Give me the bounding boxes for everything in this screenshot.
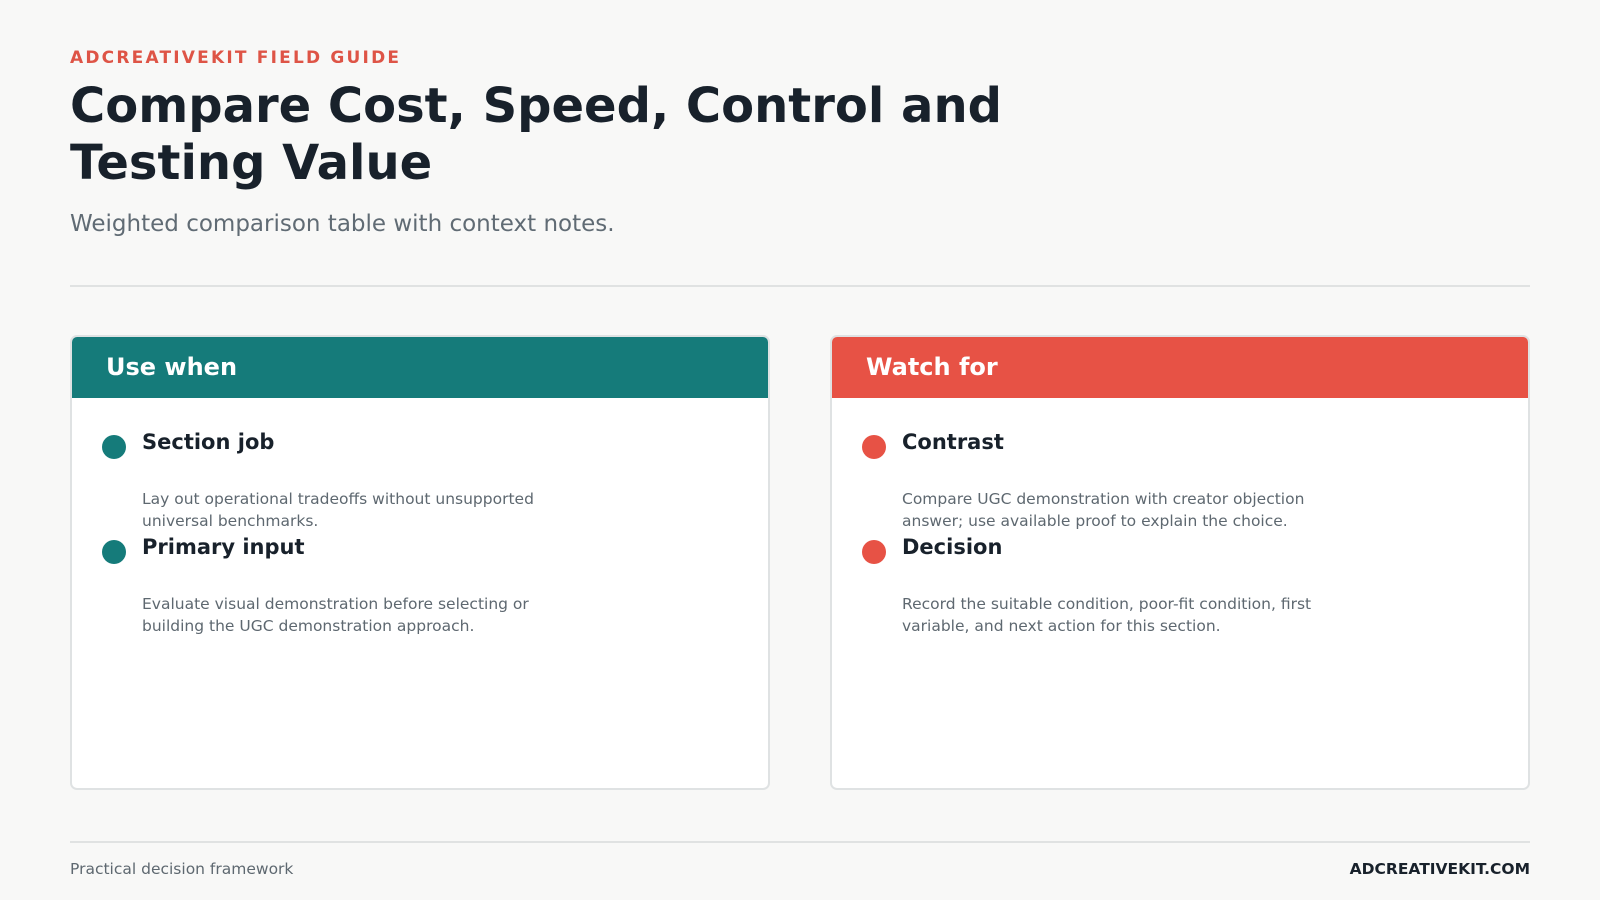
item-title: Primary input <box>142 535 305 559</box>
item-description: Record the suitable condition, poor-fit … <box>902 595 1312 635</box>
item-title: Decision <box>902 535 1003 559</box>
bullet-dot-icon <box>102 540 126 564</box>
item-title: Contrast <box>902 430 1004 454</box>
watch-for-card: Watch for Contrast Compare UGC demonstra… <box>830 335 1530 790</box>
watch-for-card-header: Watch for <box>832 337 1528 398</box>
item-description: Compare UGC demonstration with creator o… <box>902 490 1305 530</box>
eyebrow-label: ADCREATIVEKIT FIELD GUIDE <box>70 48 402 68</box>
item-description: Evaluate visual demonstration before sel… <box>142 595 529 635</box>
watch-for-heading: Watch for <box>866 352 998 381</box>
use-when-card-header: Use when <box>72 337 768 398</box>
bullet-dot-icon <box>862 435 886 459</box>
page-title: Compare Cost, Speed, Control and Testing… <box>70 78 1002 191</box>
bottom-divider <box>70 841 1530 843</box>
footer-site-link[interactable]: ADCREATIVEKIT.COM <box>1350 860 1530 878</box>
footer-tagline: Practical decision framework <box>70 860 294 878</box>
bullet-dot-icon <box>862 540 886 564</box>
item-description: Lay out operational tradeoffs without un… <box>142 490 534 530</box>
top-divider <box>70 285 1530 287</box>
item-title: Section job <box>142 430 275 454</box>
use-when-card: Use when Section job Lay out operational… <box>70 335 770 790</box>
page-subtitle: Weighted comparison table with context n… <box>70 211 615 237</box>
bullet-dot-icon <box>102 435 126 459</box>
use-when-heading: Use when <box>106 352 238 381</box>
